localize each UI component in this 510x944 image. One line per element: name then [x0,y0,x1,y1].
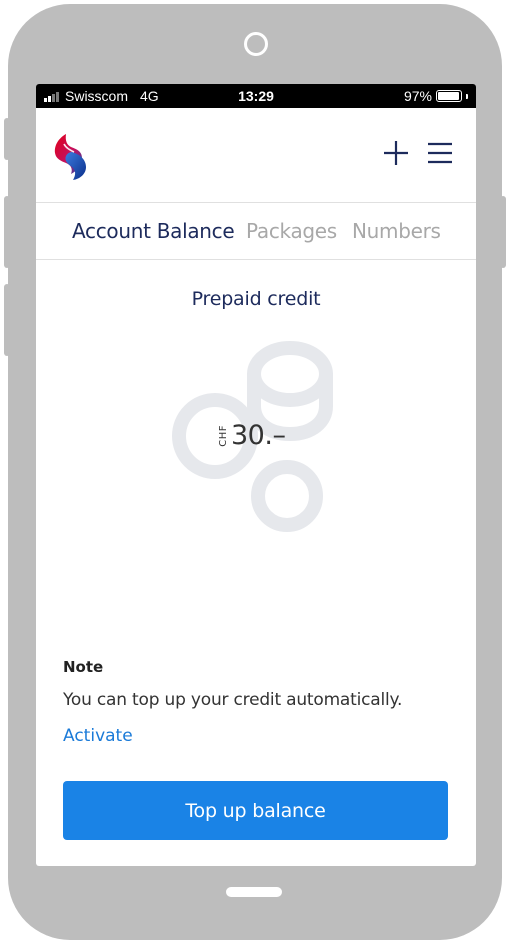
balance-amount: CHF 30.– [218,420,286,451]
activate-link[interactable]: Activate [63,726,133,746]
currency-label: CHF [218,424,229,447]
prepaid-credit-title: Prepaid credit [191,288,321,310]
phone-screen: Swisscom 4G 13:29 97% Account Balance Pa… [36,84,476,866]
plus-icon[interactable] [381,138,411,168]
status-right: 97% [404,84,468,108]
app-header [36,108,476,202]
volume-up-button [4,196,10,268]
hamburger-menu-icon[interactable] [425,138,455,168]
battery-tip [466,93,468,99]
tab-account-balance[interactable]: Account Balance [72,219,235,243]
battery-icon [436,90,462,102]
amount-value: 30.– [231,420,286,451]
battery-percent: 97% [403,88,432,104]
silent-switch [4,118,10,160]
tab-numbers[interactable]: Numbers [352,219,441,243]
status-bar: Swisscom 4G 13:29 97% [36,84,476,108]
note-title: Note [63,658,104,676]
volume-down-button [4,284,10,356]
tab-packages[interactable]: Packages [246,219,337,243]
note-text: You can top up your credit automatically… [63,690,403,710]
front-camera [244,32,268,56]
tab-bar: Account Balance Packages Numbers [36,202,476,260]
top-up-balance-button[interactable]: Top up balance [63,781,448,840]
power-button [500,196,506,268]
swisscom-logo-icon[interactable] [52,130,90,182]
battery-fill [438,92,460,100]
home-indicator[interactable] [226,887,282,897]
